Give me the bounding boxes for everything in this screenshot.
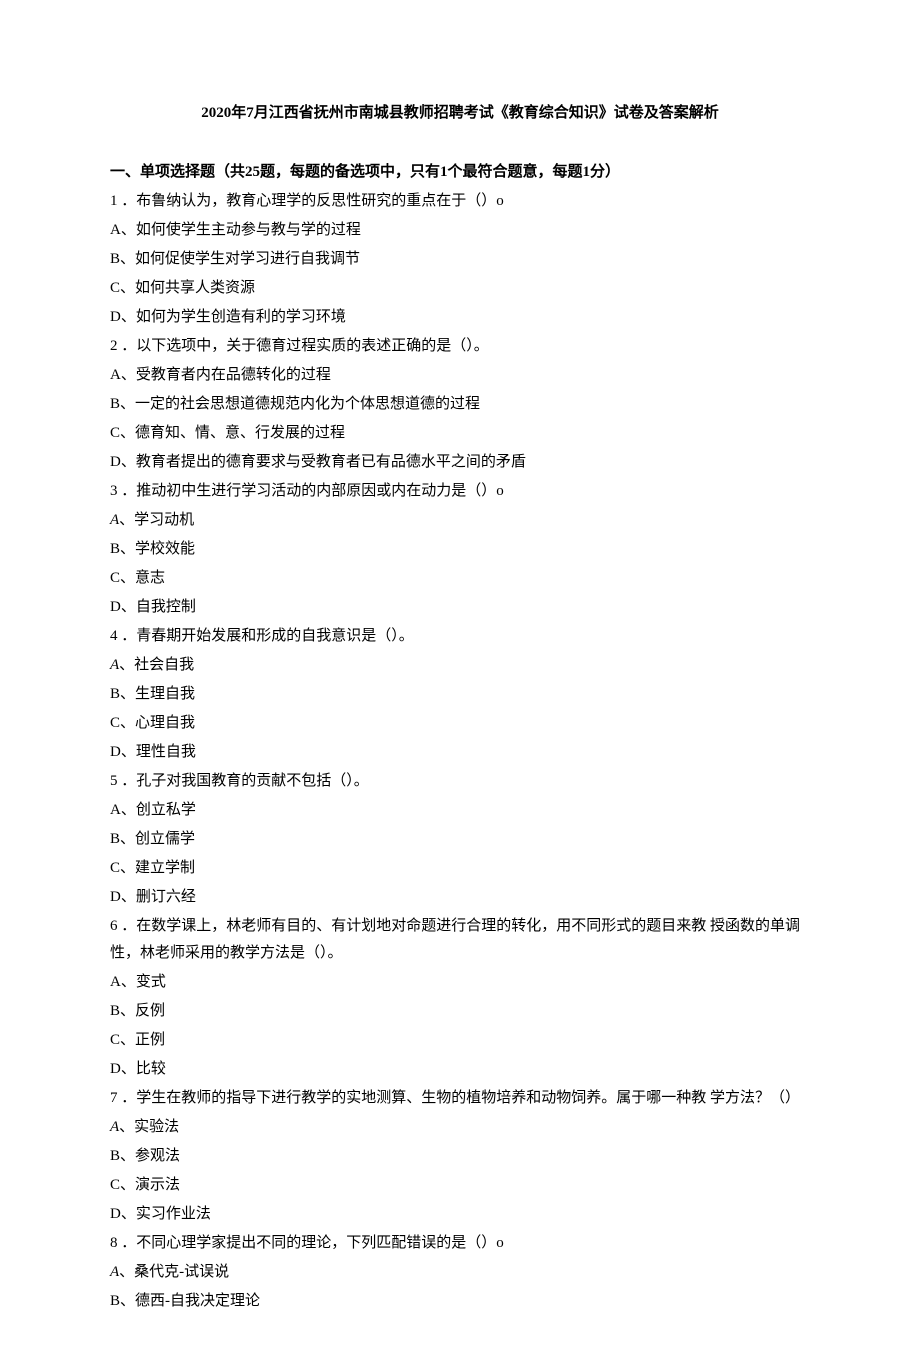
question-4-text: 4 ．青春期开始发展和形成的自我意识是（）。 [110,623,810,650]
option-text: 、社会自我 [119,657,194,673]
italic-a-label: A [110,512,119,528]
question-3-option-a: A、学习动机 [110,507,810,534]
question-7-option-c: C、演示法 [110,1172,810,1199]
question-4-option-d: D、理性自我 [110,739,810,766]
question-6-option-c: C、正例 [110,1027,810,1054]
question-1-option-d: D、如何为学生创造有利的学习环境 [110,304,810,331]
question-2-option-b: B、一定的社会思想道德规范内化为个体思想道德的过程 [110,391,810,418]
question-7-option-d: D、实习作业法 [110,1201,810,1228]
document-title: 2020年7月江西省抚州市南城县教师招聘考试《教育综合知识》试卷及答案解析 [110,100,810,127]
question-3-text: 3 ．推动初中生进行学习活动的内部原因或内在动力是（）o [110,478,810,505]
question-3-option-b: B、学校效能 [110,536,810,563]
question-4-option-b: B、生理自我 [110,681,810,708]
question-8-option-b: B、德西-自我决定理论 [110,1288,810,1315]
option-text: 、实验法 [119,1119,179,1135]
question-7-text: 7 ．学生在教师的指导下进行教学的实地测算、生物的植物培养和动物饲养。属于哪一种… [110,1085,810,1112]
question-6-option-b: B、反例 [110,998,810,1025]
italic-a-label: A [110,1119,119,1135]
option-text: 、桑代克-试误说 [119,1264,229,1280]
question-4-option-a: A、社会自我 [110,652,810,679]
question-6-text: 6 ．在数学课上，林老师有目的、有计划地对命题进行合理的转化，用不同形式的题目来… [110,913,810,967]
italic-a-label: A [110,1264,119,1280]
question-2-option-a: A、受教育者内在品德转化的过程 [110,362,810,389]
question-3-option-d: D、自我控制 [110,594,810,621]
question-1-option-a: A、如何使学生主动参与教与学的过程 [110,217,810,244]
question-2-option-d: D、教育者提出的德育要求与受教育者已有品德水平之间的矛盾 [110,449,810,476]
question-1-text: 1 ．布鲁纳认为，教育心理学的反思性研究的重点在于（）o [110,188,810,215]
option-text: 、学习动机 [119,512,194,528]
question-3-option-c: C、意志 [110,565,810,592]
question-4-option-c: C、心理自我 [110,710,810,737]
question-6-option-d: D、比较 [110,1056,810,1083]
question-8-option-a: A、桑代克-试误说 [110,1259,810,1286]
question-5-text: 5 ．孔子对我国教育的贡献不包括（）。 [110,768,810,795]
question-7-option-a: A、实验法 [110,1114,810,1141]
italic-a-label: A [110,657,119,673]
question-1-option-c: C、如何共享人类资源 [110,275,810,302]
question-1-option-b: B、如何促使学生对学习进行自我调节 [110,246,810,273]
question-8-text: 8 ．不同心理学家提出不同的理论，下列匹配错误的是（）o [110,1230,810,1257]
question-2-text: 2 ．以下选项中，关于德育过程实质的表述正确的是（）。 [110,333,810,360]
question-5-option-c: C、建立学制 [110,855,810,882]
question-5-option-a: A、创立私学 [110,797,810,824]
question-6-option-a: A、变式 [110,969,810,996]
question-5-option-b: B、创立儒学 [110,826,810,853]
question-2-option-c: C、德育知、情、意、行发展的过程 [110,420,810,447]
question-5-option-d: D、删订六经 [110,884,810,911]
section-header: 一、单项选择题（共25题，每题的备选项中，只有1个最符合题意，每题1分） [110,159,810,186]
question-7-option-b: B、参观法 [110,1143,810,1170]
